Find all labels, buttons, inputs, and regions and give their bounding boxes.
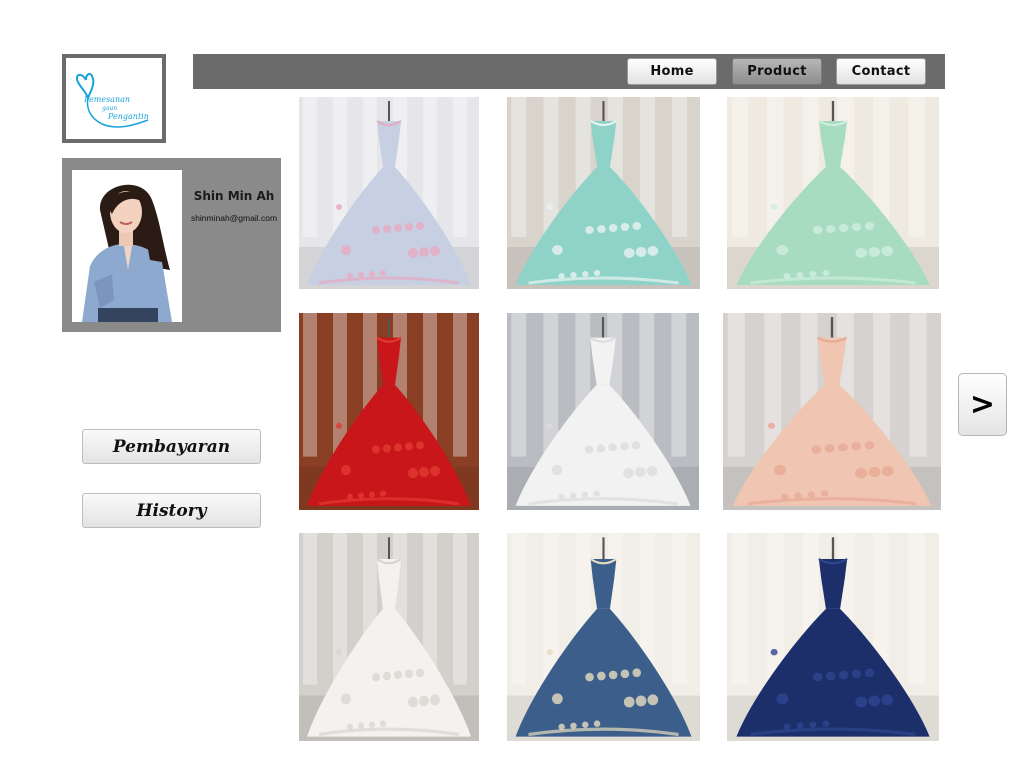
logo-text-1: Pemesanan — [83, 95, 130, 104]
product-tile-1[interactable] — [299, 97, 479, 289]
gown-image — [299, 533, 479, 741]
product-tile-5[interactable] — [507, 313, 699, 510]
gown-image — [507, 97, 700, 289]
product-tile-3[interactable] — [727, 97, 939, 289]
gown-image — [507, 313, 699, 510]
logo-text-3: Pengantin — [107, 112, 149, 121]
gown-image — [507, 533, 700, 741]
nav-contact-button[interactable]: Contact — [836, 58, 926, 85]
gown-image — [727, 533, 939, 741]
product-tile-4[interactable] — [299, 313, 479, 510]
gown-image — [299, 313, 479, 510]
logo-text-2: gaun — [102, 105, 117, 112]
nav-product-button[interactable]: Product — [732, 58, 822, 85]
product-tile-9[interactable] — [727, 533, 939, 741]
gown-image — [299, 97, 479, 289]
gown-image — [723, 313, 941, 510]
product-tile-7[interactable] — [299, 533, 479, 741]
nav-home-button[interactable]: Home — [627, 58, 717, 85]
payment-button[interactable]: Pembayaran — [82, 429, 261, 464]
logo-graphic: Pemesanan gaun Pengantin — [76, 72, 149, 128]
profile-card: Shin Min Ah shinminah@gmail.com — [62, 158, 281, 332]
product-tile-2[interactable] — [507, 97, 700, 289]
top-nav-bar: Home Product Contact — [193, 54, 945, 89]
profile-name: Shin Min Ah — [193, 189, 275, 203]
logo[interactable]: Pemesanan gaun Pengantin — [62, 54, 166, 143]
history-button[interactable]: History — [82, 493, 261, 528]
profile-email: shinminah@gmail.com — [190, 213, 278, 223]
next-page-button[interactable]: > — [958, 373, 1007, 436]
product-tile-6[interactable] — [723, 313, 941, 510]
product-tile-8[interactable] — [507, 533, 700, 741]
avatar — [72, 170, 182, 322]
gown-image — [727, 97, 939, 289]
